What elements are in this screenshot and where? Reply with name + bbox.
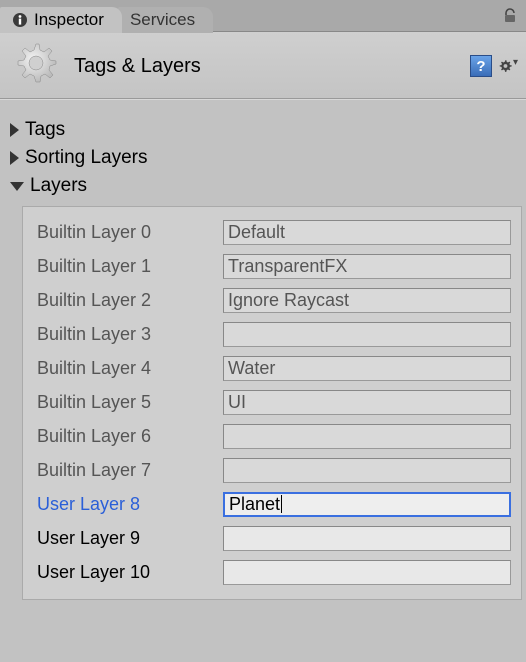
layer-label: Builtin Layer 5	[33, 392, 223, 413]
tab-bar: Inspector Services	[0, 0, 526, 32]
layer-row: Builtin Layer 0Default	[33, 215, 511, 249]
foldout-sorting-layers[interactable]: Sorting Layers	[4, 144, 522, 172]
layer-row: Builtin Layer 7	[33, 453, 511, 487]
tab-services[interactable]: Services	[118, 7, 213, 33]
layer-label: Builtin Layer 0	[33, 222, 223, 243]
header: Tags & Layers ? ▾	[0, 32, 526, 99]
page-title: Tags & Layers	[74, 55, 470, 78]
layer-row: Builtin Layer 1TransparentFX	[33, 249, 511, 283]
layer-row: Builtin Layer 3	[33, 317, 511, 351]
layer-label: User Layer 10	[33, 562, 223, 583]
layer-row: Builtin Layer 6	[33, 419, 511, 453]
gear-small-icon	[498, 57, 513, 75]
lock-icon	[502, 8, 518, 24]
chevron-right-icon	[10, 123, 19, 137]
tab-inspector-label: Inspector	[34, 10, 104, 30]
layer-label: Builtin Layer 2	[33, 290, 223, 311]
layer-name-field: Ignore Raycast	[223, 288, 511, 313]
layer-row: Builtin Layer 2Ignore Raycast	[33, 283, 511, 317]
info-icon	[12, 12, 28, 28]
layer-label: Builtin Layer 4	[33, 358, 223, 379]
layer-name-field[interactable]	[223, 560, 511, 585]
chevron-down-icon	[10, 182, 24, 191]
layers-list: Builtin Layer 0DefaultBuiltin Layer 1Tra…	[22, 206, 522, 600]
chevron-right-icon	[10, 151, 19, 165]
layer-label: Builtin Layer 3	[33, 324, 223, 345]
layer-name-field[interactable]: Planet	[223, 492, 511, 517]
layer-name-field: TransparentFX	[223, 254, 511, 279]
layer-label: Builtin Layer 1	[33, 256, 223, 277]
layer-label: Builtin Layer 6	[33, 426, 223, 447]
layer-label: User Layer 8	[33, 494, 223, 515]
settings-button[interactable]: ▾	[498, 57, 518, 75]
layer-name-field	[223, 424, 511, 449]
gear-icon	[10, 40, 62, 92]
layer-row: User Layer 8Planet	[33, 487, 511, 521]
text-caret	[281, 495, 282, 513]
layer-name-field: UI	[223, 390, 511, 415]
layer-name-field	[223, 458, 511, 483]
foldout-tags[interactable]: Tags	[4, 116, 522, 144]
help-button[interactable]: ?	[470, 55, 492, 77]
foldout-layers-label: Layers	[30, 175, 87, 197]
layer-name-field: Water	[223, 356, 511, 381]
layer-name-field	[223, 322, 511, 347]
help-icon: ?	[476, 58, 485, 75]
layer-name-field[interactable]	[223, 526, 511, 551]
layer-row: Builtin Layer 5UI	[33, 385, 511, 419]
inspector-body: Tags Sorting Layers Layers Builtin Layer…	[0, 99, 526, 610]
layer-row: User Layer 10	[33, 555, 511, 589]
foldout-layers[interactable]: Layers	[4, 172, 522, 200]
foldout-tags-label: Tags	[25, 119, 65, 141]
lock-toggle[interactable]	[502, 0, 526, 31]
layer-row: User Layer 9	[33, 521, 511, 555]
layer-label: Builtin Layer 7	[33, 460, 223, 481]
layer-name-field: Default	[223, 220, 511, 245]
layer-label: User Layer 9	[33, 528, 223, 549]
tab-services-label: Services	[130, 10, 195, 30]
tab-inspector[interactable]: Inspector	[0, 7, 122, 33]
layer-row: Builtin Layer 4Water	[33, 351, 511, 385]
foldout-sorting-layers-label: Sorting Layers	[25, 147, 148, 169]
